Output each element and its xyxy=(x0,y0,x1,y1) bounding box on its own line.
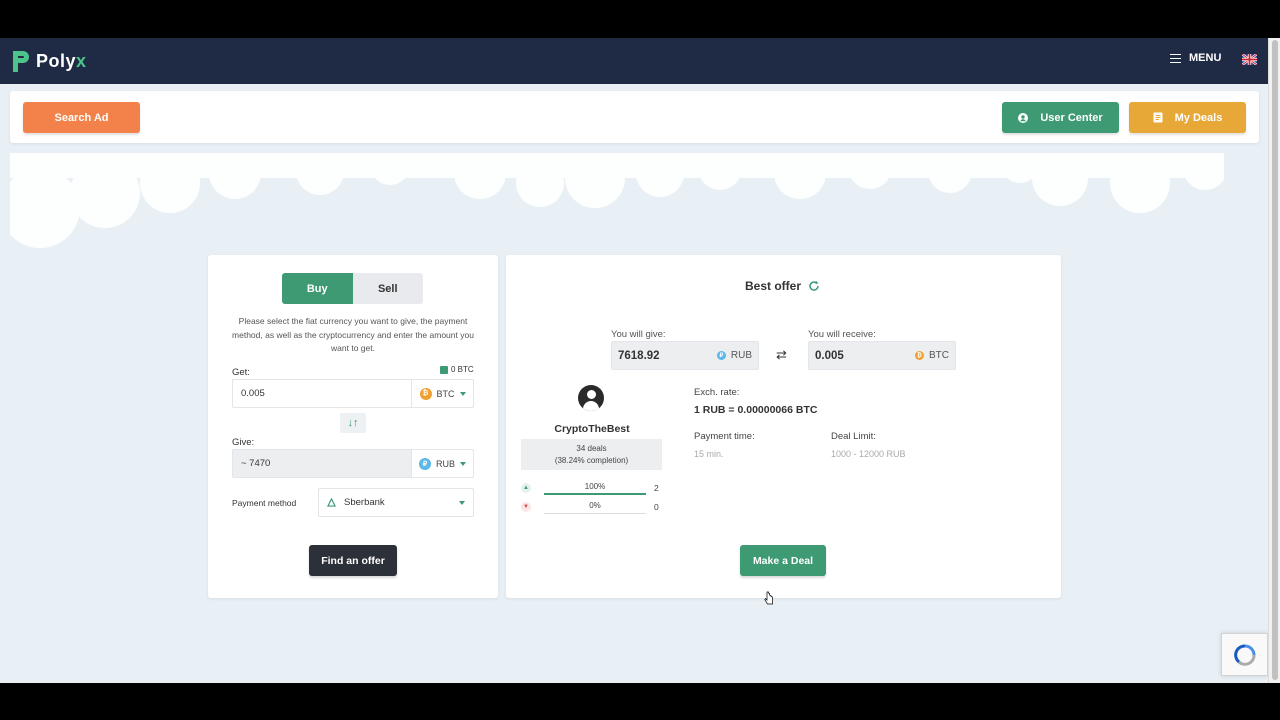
user-circle-icon xyxy=(1018,112,1029,123)
best-offer-title: Best offer xyxy=(745,279,802,293)
mouse-cursor-icon xyxy=(764,591,773,605)
give-label: Give: xyxy=(232,437,255,448)
deal-limit-label: Deal Limit: xyxy=(831,431,876,442)
action-bar: Search Ad User Center My Deals xyxy=(10,91,1259,143)
thumbs-down-icon: ▼ xyxy=(521,502,531,512)
positive-rating-bar: 100% xyxy=(544,481,646,495)
negative-rating-bar: 0% xyxy=(544,500,646,514)
positive-rating-fill xyxy=(544,493,646,495)
get-currency-label: BTC xyxy=(436,388,455,399)
trader-name[interactable]: CryptoTheBest xyxy=(521,423,663,435)
you-will-give-label: You will give: xyxy=(611,329,666,340)
ruble-icon: ₽ xyxy=(418,457,431,470)
recaptcha-badge[interactable] xyxy=(1221,633,1268,676)
sberbank-icon xyxy=(327,498,336,507)
positive-rating-count: 2 xyxy=(654,483,659,493)
buy-sell-toggle: Buy Sell xyxy=(282,273,423,304)
uk-flag-icon[interactable] xyxy=(1242,54,1257,65)
balance-value: 0 BTC xyxy=(451,365,474,374)
give-currency-label: RUB xyxy=(435,458,455,469)
page-scrollbar[interactable] xyxy=(1268,38,1280,683)
make-deal-button[interactable]: Make a Deal xyxy=(740,545,826,576)
payment-time-value: 15 min. xyxy=(694,449,724,459)
user-avatar-icon[interactable] xyxy=(578,385,604,411)
bitcoin-icon: ₿ xyxy=(419,387,432,400)
exchange-arrows-icon: ⇄ xyxy=(776,347,787,362)
negative-rating-row: ▼ 0% 0 xyxy=(521,499,666,515)
exchange-rate-value: 1 RUB = 0.00000066 BTC xyxy=(694,404,818,416)
receive-amount-value: 0.005 xyxy=(815,349,844,362)
recaptcha-icon xyxy=(1233,644,1255,666)
tab-buy[interactable]: Buy xyxy=(282,273,353,304)
positive-rating-pct: 100% xyxy=(584,482,606,491)
best-offer-card: Best offer You will give: You will recei… xyxy=(506,255,1061,598)
payment-method-select[interactable]: Sberbank xyxy=(318,488,474,517)
brand-name: Polyx xyxy=(36,50,87,71)
get-amount-input[interactable]: 0.005 xyxy=(233,380,411,407)
top-navbar: Polyx MENU xyxy=(0,38,1268,84)
chevron-down-icon xyxy=(459,391,466,396)
browser-viewport: Polyx MENU Search Ad User Center My Deal… xyxy=(0,38,1280,683)
payment-method-value: Sberbank xyxy=(344,497,385,508)
give-amount-value: 7618.92 xyxy=(618,349,660,362)
document-icon xyxy=(1153,112,1163,123)
wallet-balance: 0 BTC xyxy=(440,365,474,374)
get-amount-field: 0.005 ₿ BTC xyxy=(232,379,474,408)
get-label: Get: xyxy=(232,367,250,378)
bitcoin-icon: ₿ xyxy=(915,351,924,360)
deals-count: 34 deals xyxy=(576,444,607,453)
receive-currency-code: BTC xyxy=(929,350,949,361)
search-form-card: Buy Sell Please select the fiat currency… xyxy=(208,255,498,598)
thumbs-up-icon: ▲ xyxy=(521,483,531,493)
give-currency: ₽ RUB xyxy=(716,350,752,361)
my-deals-button[interactable]: My Deals xyxy=(1129,102,1246,133)
give-amount-field: ~ 7470 ₽ RUB xyxy=(232,449,474,478)
user-center-button[interactable]: User Center xyxy=(1002,102,1119,133)
completion-rate: (38.24% completion) xyxy=(554,456,629,465)
chevron-down-icon xyxy=(460,461,466,466)
trader-stats: 34 deals (38.24% completion) xyxy=(521,439,662,470)
negative-rating-pct: 0% xyxy=(589,501,601,510)
you-will-receive-label: You will receive: xyxy=(808,329,876,340)
give-currency-code: RUB xyxy=(730,350,752,361)
refresh-icon[interactable] xyxy=(808,280,820,292)
get-currency-select[interactable]: ₿ BTC xyxy=(411,380,473,407)
chevron-down-icon xyxy=(459,500,465,505)
wallet-icon xyxy=(440,365,448,374)
give-amount-display: 7618.92 ₽ RUB xyxy=(611,341,759,370)
hamburger-icon xyxy=(1170,53,1181,63)
exchange-rate-label: Exch. rate: xyxy=(694,387,740,398)
best-offer-heading: Best offer xyxy=(745,279,820,293)
receive-currency: ₿ BTC xyxy=(915,350,949,361)
scrollbar-thumb[interactable] xyxy=(1272,40,1278,680)
brand-logo[interactable]: Polyx xyxy=(10,48,87,74)
cloud-decoration xyxy=(10,153,1224,248)
swap-direction-icon[interactable]: ↓↑ xyxy=(340,413,366,433)
my-deals-label: My Deals xyxy=(1174,111,1223,124)
menu-button[interactable]: MENU xyxy=(1170,52,1221,64)
give-currency-select[interactable]: ₽ RUB xyxy=(411,450,473,477)
search-ad-button[interactable]: Search Ad xyxy=(23,102,140,133)
ruble-icon: ₽ xyxy=(716,351,726,360)
deal-limit-value: 1000 - 12000 RUB xyxy=(831,449,906,459)
positive-rating-row: ▲ 100% 2 xyxy=(521,480,666,496)
negative-rating-count: 0 xyxy=(654,502,659,512)
user-center-label: User Center xyxy=(1040,111,1103,124)
payment-time-label: Payment time: xyxy=(694,431,755,442)
menu-label: MENU xyxy=(1189,52,1222,64)
polyx-logo-icon xyxy=(13,51,29,72)
payment-method-label: Payment method xyxy=(232,498,297,508)
receive-amount-display: 0.005 ₿ BTC xyxy=(808,341,956,370)
find-offer-button[interactable]: Find an offer xyxy=(309,545,397,576)
give-amount-input[interactable]: ~ 7470 xyxy=(233,450,411,477)
form-instructions: Please select the fiat currency you want… xyxy=(232,316,474,353)
tab-sell[interactable]: Sell xyxy=(352,273,423,304)
